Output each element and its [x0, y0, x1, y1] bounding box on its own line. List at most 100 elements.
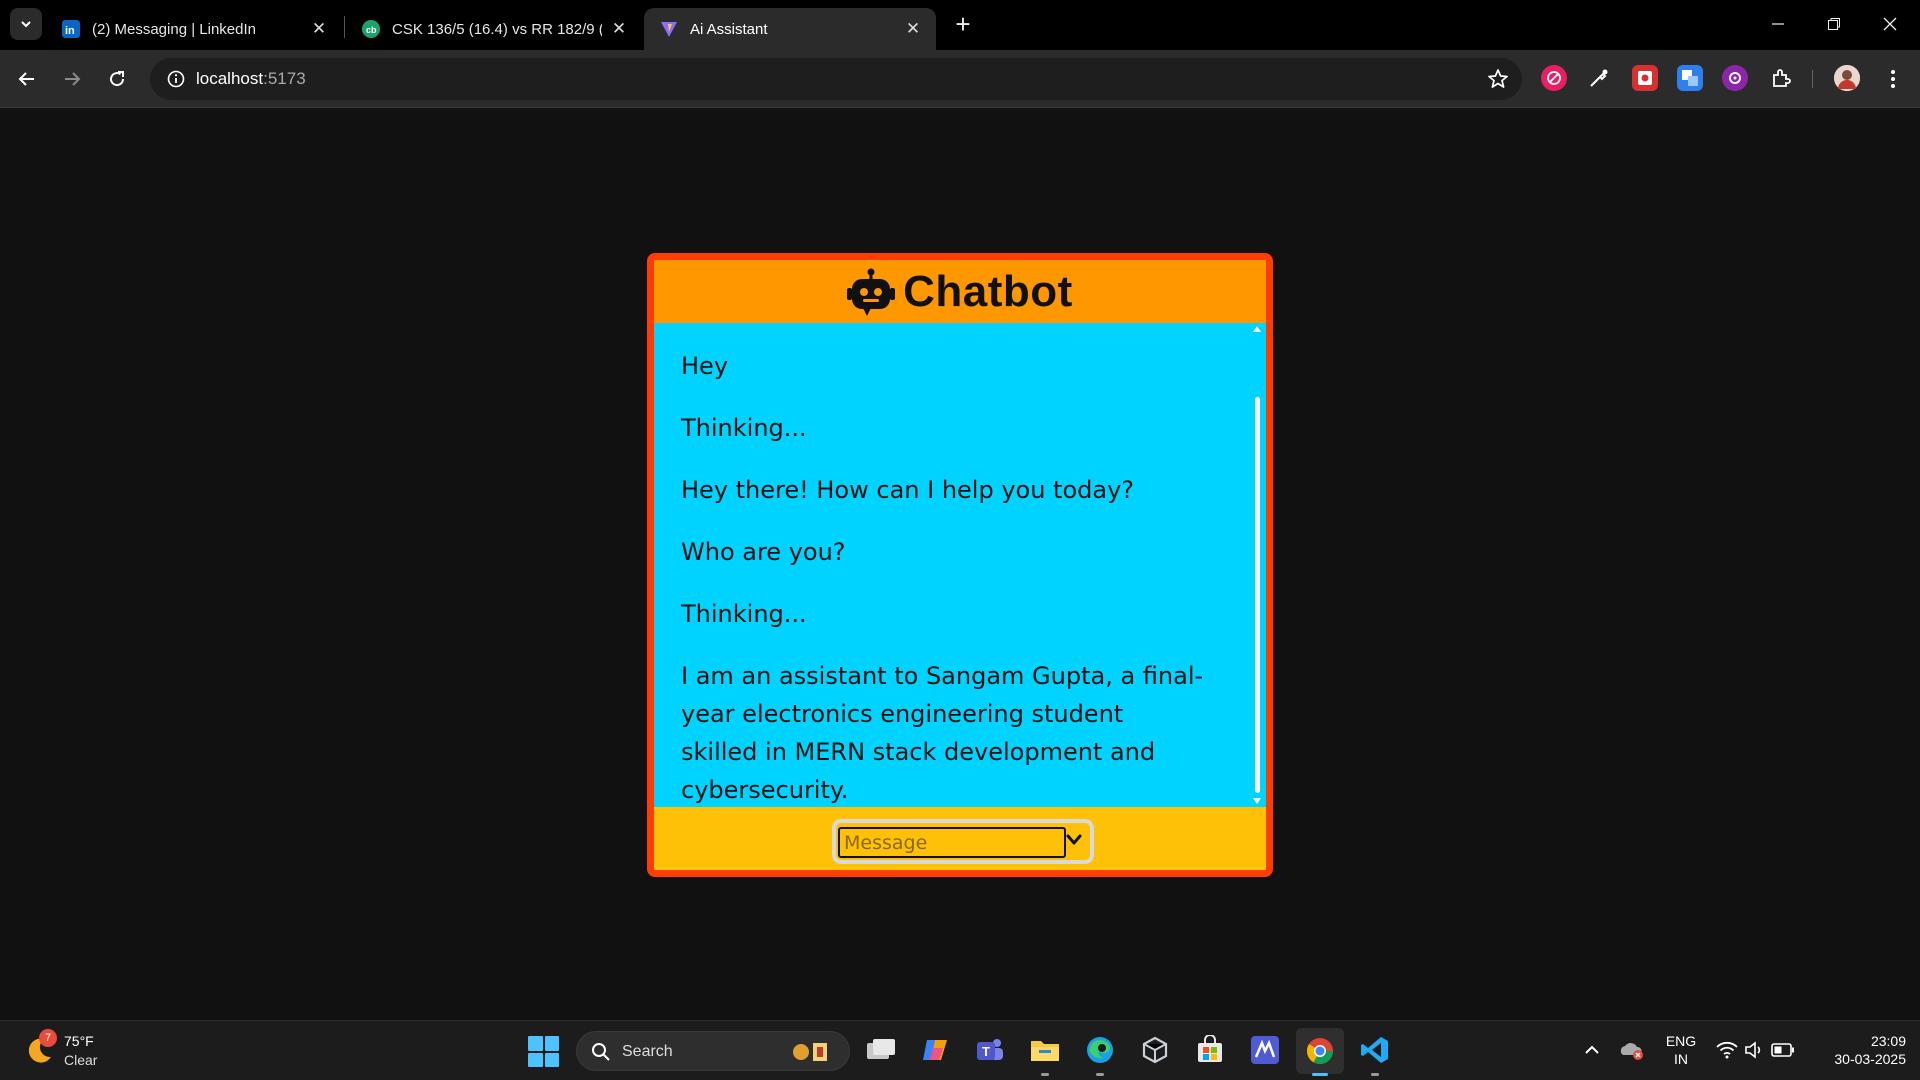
scrollbar-thumb[interactable] [1255, 397, 1260, 793]
running-indicator [1371, 1073, 1379, 1076]
battery-icon[interactable] [1768, 1033, 1798, 1067]
chrome-icon[interactable] [1296, 1028, 1344, 1074]
ai-glyph-icon [1729, 72, 1741, 84]
browser-toolbar: localhost:5173 [0, 50, 1920, 108]
translate-icon[interactable] [1677, 65, 1703, 91]
send-button[interactable] [1062, 828, 1086, 852]
close-tab-icon[interactable]: ✕ [310, 19, 328, 39]
ai-extension-icon[interactable] [1722, 65, 1748, 91]
chatbot-title: Chatbot [903, 266, 1073, 316]
tab-search-button[interactable] [10, 8, 42, 40]
running-indicator [1312, 1073, 1328, 1076]
page-viewport: Chatbot Hey Thinking... Hey there! How c… [0, 109, 1920, 1020]
close-window-button[interactable] [1862, 0, 1918, 48]
back-button[interactable] [10, 62, 44, 96]
volume-icon[interactable] [1741, 1033, 1767, 1067]
vscode-icon[interactable] [1358, 1033, 1392, 1067]
scroll-down-arrow-icon[interactable] [1253, 798, 1261, 804]
speaker-icon [1745, 1041, 1761, 1059]
teams-icon[interactable]: T [973, 1033, 1007, 1067]
chat-message: Who are you? [681, 538, 846, 566]
clock[interactable]: 23:09 30-03-2025 [1806, 1032, 1906, 1068]
search-label: Search [622, 1043, 673, 1060]
notification-badge: 7 [39, 1029, 57, 1047]
wifi-icon[interactable] [1714, 1033, 1740, 1067]
browser-menu-button[interactable] [1876, 62, 1910, 96]
eyedropper-icon[interactable] [1586, 65, 1612, 91]
weather-condition: Clear [64, 1052, 98, 1068]
close-tab-icon[interactable]: ✕ [904, 19, 922, 39]
chevron-down-icon [21, 21, 31, 28]
whiteboard-app-icon[interactable] [1248, 1033, 1282, 1067]
info-icon [167, 70, 185, 88]
windows-logo-tile [528, 1052, 543, 1067]
cloud-error-icon [1620, 1043, 1643, 1060]
file-explorer-icon[interactable] [1028, 1033, 1062, 1067]
instapaper-icon[interactable] [1541, 65, 1567, 91]
taskbar-search[interactable]: Search [576, 1031, 850, 1071]
tab-title: CSK 136/5 (16.4) vs RR 182/9 (2 [392, 20, 602, 38]
vscode-glyph-icon [1361, 1037, 1388, 1063]
chat-message: Hey [681, 352, 729, 380]
puzzle-icon[interactable] [1768, 65, 1794, 91]
tab-title: Ai Assistant [690, 20, 768, 38]
tab-cricket-score[interactable]: cb CSK 136/5 (16.4) vs RR 182/9 (2 ✕ [346, 8, 642, 50]
minimize-button[interactable] [1750, 0, 1806, 48]
pen-app-glyph-icon [1251, 1036, 1279, 1064]
photo-extension-icon[interactable] [1632, 65, 1658, 91]
eyedropper-glyph-icon [1590, 69, 1608, 87]
chat-message: Hey there! How can I help you today? [681, 476, 1135, 504]
restore-icon [1828, 18, 1840, 30]
task-view-icon[interactable] [864, 1033, 898, 1067]
reload-icon [110, 71, 125, 87]
edge-icon[interactable] [1083, 1033, 1117, 1067]
arrow-left-icon [18, 72, 34, 86]
profile-avatar[interactable] [1834, 65, 1860, 91]
restore-button[interactable] [1806, 0, 1862, 48]
copilot-icon[interactable] [919, 1033, 953, 1067]
chat-message: Thinking... [681, 600, 807, 628]
close-icon [1883, 17, 1897, 31]
scroll-up-arrow-icon[interactable] [1253, 326, 1261, 332]
weather-temperature: 75°F [64, 1033, 94, 1049]
clock-date: 30-03-2025 [1834, 1051, 1906, 1067]
language-indicator[interactable]: ENG IN [1660, 1032, 1702, 1068]
site-info-button[interactable] [160, 63, 192, 95]
onedrive-status-icon[interactable] [1614, 1033, 1648, 1067]
tab-linkedin[interactable]: in (2) Messaging | LinkedIn ✕ [46, 8, 342, 50]
reload-button[interactable] [100, 62, 134, 96]
store-glyph-icon [1198, 1035, 1222, 1062]
svg-text:in: in [65, 25, 75, 37]
url-text[interactable]: localhost:5173 [196, 69, 306, 89]
start-button[interactable] [528, 1036, 559, 1067]
show-hidden-icons-button[interactable] [1575, 1033, 1609, 1067]
chat-input-area [654, 807, 1266, 870]
url-port: :5173 [263, 69, 306, 88]
forward-button[interactable] [55, 62, 89, 96]
microsoft-store-icon[interactable] [1193, 1033, 1227, 1067]
chevron-down-icon [1066, 834, 1082, 845]
close-tab-icon[interactable]: ✕ [610, 19, 628, 39]
edge-glyph-icon [1087, 1037, 1113, 1063]
tab-separator [344, 16, 345, 38]
chevron-up-icon [1585, 1045, 1599, 1054]
task-view-glyph-icon [867, 1039, 895, 1059]
windows-logo-tile [544, 1052, 559, 1067]
chatbot-header: Chatbot [654, 260, 1266, 323]
linkedin-icon: in [62, 20, 80, 38]
folder-icon [1031, 1041, 1059, 1061]
battery-glyph-icon [1771, 1043, 1794, 1057]
bookmark-star-icon[interactable] [1486, 67, 1510, 91]
tab-ai-assistant[interactable]: Ai Assistant ✕ [644, 8, 936, 50]
new-tab-button[interactable]: + [948, 10, 978, 40]
address-bar[interactable]: localhost:5173 [150, 58, 1522, 100]
translate-glyph-icon [1682, 70, 1698, 86]
app-cube-icon[interactable] [1138, 1033, 1172, 1067]
weather-widget[interactable]: 7 75°F Clear [24, 1029, 144, 1073]
more-vertical-icon [1891, 70, 1895, 88]
teams-glyph-icon: T [977, 1039, 1003, 1060]
message-input[interactable] [838, 827, 1066, 858]
instapaper-glyph-icon [1547, 71, 1561, 85]
message-list[interactable]: Hey Thinking... Hey there! How can I hel… [654, 323, 1266, 807]
message-scrollbar[interactable] [1252, 323, 1264, 807]
